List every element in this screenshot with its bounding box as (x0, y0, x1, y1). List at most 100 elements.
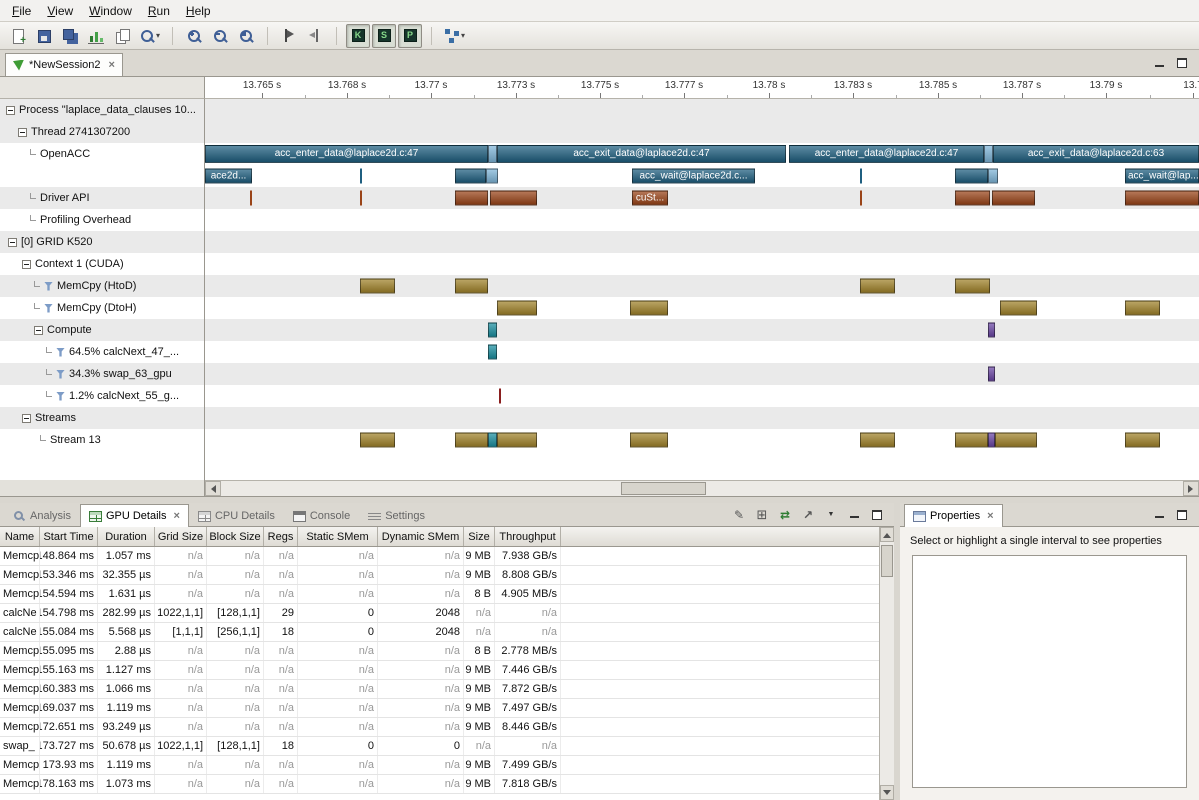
analysis-button[interactable]: ▾ (441, 24, 468, 48)
timeline-track-compute[interactable] (205, 319, 1199, 341)
stream-toggle-button[interactable]: S (372, 24, 396, 48)
col-static-smem[interactable]: Static SMem (298, 527, 378, 546)
col-name[interactable]: Name (0, 527, 40, 546)
timeline-row-memcpy-dtoh[interactable]: MemCpy (DtoH) (0, 297, 204, 319)
collapse-icon[interactable] (6, 106, 15, 115)
menu-window[interactable]: Window (81, 2, 140, 20)
collapse-icon[interactable] (22, 260, 31, 269)
gpu-details-row[interactable]: Memcp169.037 ms1.119 msn/an/an/an/an/a9 … (0, 699, 879, 718)
gpu-details-row[interactable]: swap_173.727 ms50.678 µs1022,1,1][128,1,… (0, 737, 879, 756)
process-toggle-button[interactable]: P (398, 24, 422, 48)
timeline-interval[interactable]: acc_enter_data@laplace2d.c:47 (789, 145, 984, 163)
timeline-interval[interactable] (488, 323, 497, 338)
tab-properties[interactable]: Properties × (904, 504, 1003, 527)
timeline-interval[interactable] (497, 433, 537, 448)
timeline-interval[interactable]: acc_exit_data@laplace2d.c:63 (993, 145, 1199, 163)
timeline-track-profiling-overhead[interactable] (205, 209, 1199, 231)
timeline-canvas[interactable]: acc_enter_data@laplace2d.c:47 acc_exit_da… (205, 99, 1199, 480)
timeline-interval[interactable]: acc_enter_data@laplace2d.c:47 (205, 145, 488, 163)
timeline-interval[interactable] (488, 345, 497, 360)
timeline-interval[interactable] (455, 169, 486, 184)
gpu-details-row[interactable]: Memcp172.651 ms93.249 µsn/an/an/an/an/a9… (0, 718, 879, 737)
marker-flag-button[interactable] (277, 24, 301, 48)
timeline-row-context-1[interactable]: Context 1 (CUDA) (0, 253, 204, 275)
timeline-row-stream-13[interactable]: Stream 13 (0, 429, 204, 451)
gpu-details-row[interactable]: Memcp148.864 ms1.057 msn/an/an/an/an/a9 … (0, 547, 879, 566)
scroll-right-icon[interactable] (1183, 481, 1199, 496)
timeline-interval[interactable] (955, 169, 988, 184)
timeline-interval[interactable]: acc_wait@lap... (1125, 169, 1199, 184)
timeline-row-streams[interactable]: Streams (0, 407, 204, 429)
timeline-track-openacc-l2[interactable]: ace2d...acc_wait@laplace2d.c...acc_wait@… (205, 165, 1199, 187)
timeline-interval[interactable] (486, 169, 498, 184)
gpu-details-row[interactable]: calcNe154.798 ms282.99 µs1022,1,1][128,1… (0, 604, 879, 623)
close-icon[interactable]: × (987, 510, 993, 522)
menu-help[interactable]: Help (178, 2, 219, 20)
new-session-button[interactable] (6, 24, 30, 48)
tab-cpu-details[interactable]: CPU Details (189, 505, 284, 526)
search-button[interactable]: ▾ (136, 24, 163, 48)
col-duration[interactable]: Duration (98, 527, 155, 546)
close-icon[interactable]: × (174, 510, 180, 522)
export-icon[interactable] (801, 508, 815, 522)
timeline-interval[interactable] (455, 191, 488, 206)
timeline-interval[interactable] (955, 279, 990, 294)
minimize-icon[interactable] (1152, 508, 1166, 522)
col-grid-size[interactable]: Grid Size (155, 527, 207, 546)
timeline-interval[interactable] (455, 433, 488, 448)
timeline-interval[interactable] (1125, 191, 1199, 206)
col-start-time[interactable]: Start Time (40, 527, 98, 546)
gpu-details-row[interactable]: Memcp173.93 ms1.119 msn/an/an/an/an/a9 M… (0, 756, 879, 775)
minimize-icon[interactable] (847, 508, 861, 522)
collapse-icon[interactable] (18, 128, 27, 137)
gpu-details-row[interactable]: Memcp155.095 ms2.88 µsn/an/an/an/an/a8 B… (0, 642, 879, 661)
save-all-button[interactable] (58, 24, 82, 48)
scroll-up-icon[interactable] (880, 527, 894, 542)
layout-icon[interactable] (755, 508, 769, 522)
col-regs[interactable]: Regs (264, 527, 298, 546)
timeline-interval[interactable] (860, 433, 895, 448)
col-block-size[interactable]: Block Size (207, 527, 264, 546)
timeline-row-openacc[interactable]: OpenACC (0, 143, 204, 165)
timeline-interval[interactable] (250, 191, 252, 206)
timeline-interval[interactable] (1125, 301, 1160, 316)
timeline-interval[interactable] (360, 169, 362, 184)
zoom-in-button[interactable] (182, 24, 206, 48)
timeline-track-context-1[interactable] (205, 253, 1199, 275)
timeline-interval[interactable] (630, 301, 668, 316)
hscroll-thumb[interactable] (621, 482, 706, 495)
menu-view[interactable]: View (39, 2, 81, 20)
timeline-row-kernel-calcnext55[interactable]: 1.2% calcNext_55_g... (0, 385, 204, 407)
timeline-row-grid-k520[interactable]: [0] GRID K520 (0, 231, 204, 253)
gpu-details-row[interactable]: Memcp154.594 ms1.631 µsn/an/an/an/an/a8 … (0, 585, 879, 604)
report-button[interactable] (84, 24, 108, 48)
timeline-row-memcpy-htod[interactable]: MemCpy (HtoD) (0, 275, 204, 297)
pencil-icon[interactable] (732, 508, 746, 522)
timeline-interval[interactable] (360, 433, 395, 448)
timeline-track-thread[interactable] (205, 121, 1199, 143)
timeline-interval[interactable] (860, 279, 895, 294)
timeline-hscrollbar[interactable] (205, 480, 1199, 496)
gpu-details-row[interactable]: Memcp160.383 ms1.066 msn/an/an/an/an/a9 … (0, 680, 879, 699)
timeline-interval[interactable] (488, 145, 497, 163)
timeline-track-kernel-swap63[interactable] (205, 363, 1199, 385)
timeline-interval[interactable] (490, 191, 537, 206)
vscroll-thumb[interactable] (881, 545, 893, 577)
timeline-interval[interactable] (488, 433, 497, 448)
timeline-track-kernel-calcnext47[interactable] (205, 341, 1199, 363)
timeline-track-grid-k520[interactable] (205, 231, 1199, 253)
timeline-track-kernel-calcnext55[interactable] (205, 385, 1199, 407)
close-icon[interactable]: × (109, 59, 115, 71)
kernel-toggle-button[interactable]: K (346, 24, 370, 48)
timeline-interval[interactable] (955, 191, 990, 206)
zoom-fit-button[interactable] (234, 24, 258, 48)
timeline-interval[interactable] (992, 191, 1035, 206)
timeline-interval[interactable] (984, 145, 993, 163)
timeline-row-openacc-l2[interactable] (0, 165, 204, 187)
timeline-ruler[interactable]: 13.765 s13.768 s13.77 s13.773 s13.775 s1… (205, 77, 1199, 99)
timeline-row-compute[interactable]: Compute (0, 319, 204, 341)
timeline-interval[interactable] (988, 433, 995, 448)
menu-run[interactable]: Run (140, 2, 178, 20)
timeline-interval[interactable] (1000, 301, 1037, 316)
timeline-interval[interactable] (995, 433, 1037, 448)
